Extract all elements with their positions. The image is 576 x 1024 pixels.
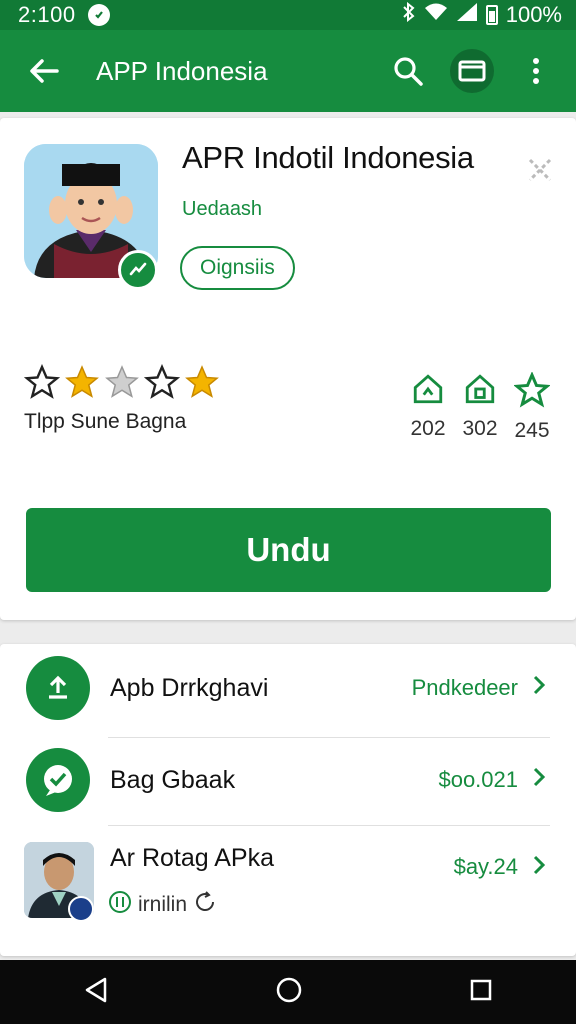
nav-back-icon[interactable]: [83, 976, 109, 1009]
star-filled-icon: [185, 365, 219, 398]
stat-value: 245: [514, 419, 550, 442]
list-item-value: Pndkedeer: [411, 675, 518, 700]
list-item[interactable]: Apb Drrkghavi Pndkedeer: [0, 644, 576, 732]
category-chip[interactable]: Oignsiis: [180, 246, 295, 290]
stat-value: 302: [462, 417, 498, 440]
signal-icon: [456, 2, 478, 28]
star-grey-icon: [105, 365, 139, 398]
system-nav-bar: [0, 960, 576, 1024]
nav-recents-icon[interactable]: [469, 978, 493, 1007]
list-item-label: Apb Drrkghavi: [110, 673, 269, 702]
app-title: APR Indotil Indonesia: [182, 140, 474, 175]
tablet-icon[interactable]: [450, 49, 494, 93]
battery-icon: [485, 5, 498, 25]
star-outline-icon: [513, 371, 551, 408]
app-bar: APP Indonesia: [0, 30, 576, 112]
rating-stars: [24, 364, 220, 400]
close-icon[interactable]: [524, 148, 556, 188]
pause-circle-icon: [108, 890, 132, 920]
app-bar-title: APP Indonesia: [96, 55, 268, 86]
list-item-value: $oo.021: [438, 767, 518, 792]
search-icon[interactable]: [386, 49, 430, 93]
stat-item: 202: [398, 372, 458, 441]
nav-home-icon[interactable]: [275, 976, 303, 1009]
list-item[interactable]: Ar Rotag APka $ay.24: [0, 820, 576, 922]
battery-percent: 100%: [505, 2, 562, 27]
list-item-value: $ay.24: [453, 854, 518, 879]
chevron-right-icon: [532, 674, 546, 703]
list-item-label: Ar Rotag APka: [110, 844, 274, 872]
star-outline-icon: [144, 364, 180, 399]
download-circle-icon: [26, 656, 90, 720]
list-item[interactable]: Bag Gbaak $oo.021: [0, 736, 576, 824]
refresh-icon: [193, 890, 217, 920]
chevron-right-icon: [532, 854, 546, 883]
chevron-right-icon: [532, 766, 546, 795]
list-item-sub: irnilin: [108, 890, 217, 920]
rating-label: Tlpp Sune Bagna: [24, 410, 187, 433]
status-bar: 2:100 100%: [0, 0, 576, 30]
developer-name[interactable]: Uedaash: [182, 198, 262, 221]
more-vert-icon[interactable]: [514, 49, 558, 93]
stat-value: 202: [410, 417, 446, 440]
bluetooth-icon: [402, 1, 416, 28]
star-outline-icon: [24, 364, 60, 399]
verified-badge-icon: [118, 250, 158, 290]
list-item-label: Bag Gbaak: [110, 765, 236, 794]
verified-mini-icon: [68, 896, 94, 922]
stat-item: 245: [502, 371, 562, 443]
list-item-sub-text: irnilin: [138, 893, 188, 916]
arrow-left-icon[interactable]: [22, 49, 66, 93]
notification-icon: [87, 4, 110, 26]
wifi-icon: [424, 2, 448, 28]
home-badge-icon: [413, 374, 443, 404]
install-button[interactable]: Undu: [26, 508, 551, 592]
star-filled-icon: [65, 365, 99, 398]
status-time: 2:100: [18, 2, 76, 27]
stat-item: 302: [450, 372, 510, 441]
check-chat-icon: [26, 748, 90, 812]
home-badge-icon: [465, 374, 495, 404]
